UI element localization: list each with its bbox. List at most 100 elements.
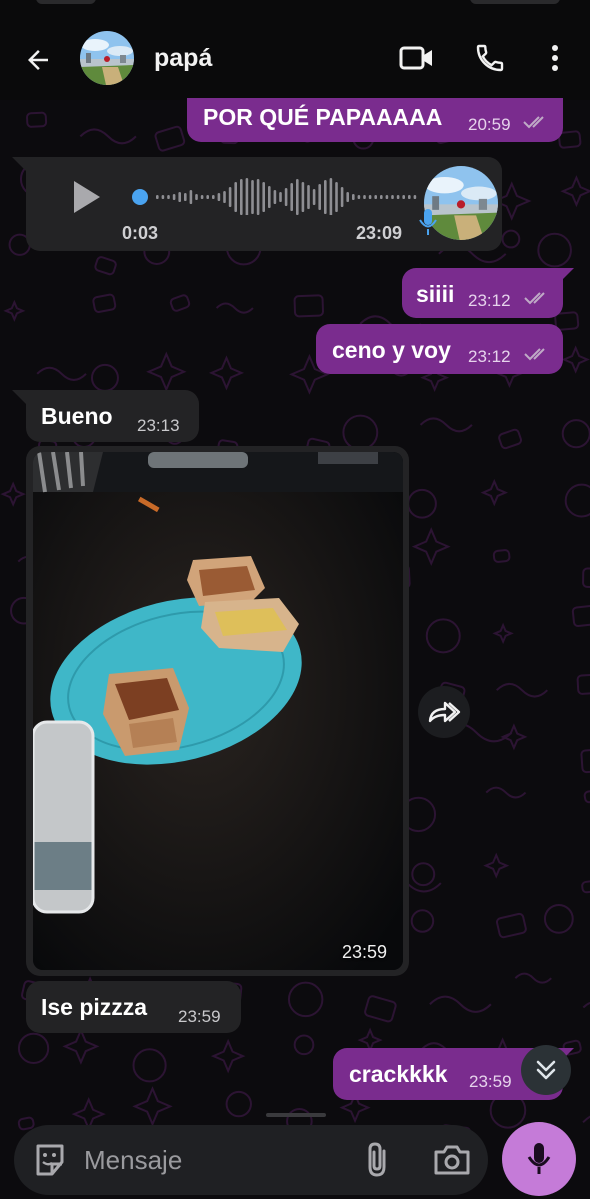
- double-chevron-down-icon: [536, 1060, 556, 1080]
- paperclip-icon[interactable]: [360, 1141, 396, 1179]
- waveform-bar: [256, 179, 260, 215]
- voice-waveform[interactable]: [126, 175, 426, 215]
- voice-progress-dot[interactable]: [132, 189, 148, 205]
- waveform-bar: [206, 195, 209, 199]
- video-camera-icon: [399, 46, 432, 70]
- doodle-shape: [582, 567, 590, 589]
- doodle-shape: [132, 1048, 167, 1083]
- doodle-shape: [583, 789, 590, 804]
- doodle-shape: [576, 673, 590, 695]
- waveform-bar: [301, 182, 305, 212]
- bubble-tail: [12, 157, 26, 171]
- doodle-shape: [215, 302, 254, 314]
- doodle-shape: [495, 912, 527, 939]
- waveform-bar: [268, 186, 271, 208]
- message-bubble-outgoing[interactable]: POR QUÉ PAPAAAAA 20:59: [187, 98, 563, 142]
- doodle-shape: [90, 363, 119, 392]
- message-time: 23:59: [342, 942, 388, 962]
- doodle-shape: [419, 417, 473, 433]
- doodle-shape: [514, 972, 552, 984]
- doodle-shape: [498, 428, 523, 450]
- waveform-bar: [184, 193, 187, 201]
- waveform-bar: [200, 195, 204, 199]
- voice-duration: 0:03: [122, 223, 159, 243]
- doodle-shape: [3, 299, 26, 322]
- waveform-bar: [189, 190, 193, 204]
- message-text: Ise pizzza: [41, 994, 148, 1020]
- forward-icon: [428, 701, 461, 723]
- doodle-shape: [132, 1086, 173, 1127]
- doodle-shape: [410, 909, 435, 933]
- doodle-shape: [293, 294, 325, 318]
- doodle-shape: [146, 351, 187, 392]
- doodle-shape: [342, 414, 379, 451]
- contact-avatar[interactable]: [80, 31, 134, 85]
- voice-call-button[interactable]: [468, 38, 512, 78]
- doodle-shape: [293, 1034, 315, 1056]
- doodle-shape: [558, 130, 582, 149]
- doodle-shape: [210, 1038, 246, 1074]
- waveform-bar: [251, 180, 254, 214]
- message-bubble-outgoing[interactable]: siiii 23:12: [402, 268, 563, 318]
- message-time: 23:09: [356, 223, 403, 243]
- forward-button[interactable]: [418, 686, 470, 738]
- waveform-bar: [346, 192, 349, 202]
- doodle-shape: [580, 747, 590, 774]
- doodle-shape: [154, 125, 186, 152]
- message-bubble-incoming[interactable]: Ise pizzza 23:59: [26, 981, 241, 1033]
- waveform-bar: [357, 195, 361, 199]
- camera-icon[interactable]: [432, 1142, 472, 1178]
- record-voice-button[interactable]: [502, 1122, 576, 1196]
- scroll-to-bottom-button[interactable]: [521, 1045, 571, 1095]
- waveform-bar: [195, 194, 198, 200]
- waveform-bar: [329, 178, 333, 215]
- waveform-bar: [324, 180, 327, 214]
- waveform-bar: [167, 195, 170, 199]
- arrow-left-icon: [28, 50, 48, 70]
- waveform-bar: [396, 195, 400, 199]
- message-text: POR QUÉ PAPAAAAA: [203, 104, 443, 130]
- doodle-shape: [411, 862, 436, 887]
- doodle-shape: [582, 1115, 590, 1124]
- message-text: crackkkk: [349, 1061, 448, 1087]
- waveform-bar: [296, 179, 299, 215]
- voice-message-bubble[interactable]: 0:03 23:09: [26, 157, 502, 251]
- doodle-shape: [582, 1001, 590, 1009]
- message-input[interactable]: [84, 1141, 344, 1179]
- waveform-bar: [172, 194, 176, 200]
- waveform-bar: [391, 195, 394, 199]
- message-time: 20:59: [468, 115, 511, 134]
- doodle-shape: [564, 483, 590, 518]
- doodle-shape: [561, 419, 590, 449]
- status-bar-indicators: [470, 0, 560, 4]
- avatar-image: [80, 31, 134, 85]
- scroll-handle: [266, 1113, 326, 1117]
- waveform-bar: [307, 185, 310, 209]
- message-time: 23:12: [468, 347, 511, 366]
- more-options-button[interactable]: [533, 38, 577, 78]
- message-bubble-outgoing[interactable]: ceno y voy 23:12: [316, 324, 563, 374]
- waveform-bar: [340, 187, 344, 207]
- video-call-button[interactable]: [395, 38, 439, 78]
- waveform-bar: [212, 195, 215, 199]
- sticker-icon[interactable]: [32, 1142, 68, 1178]
- message-text: Bueno: [41, 403, 113, 429]
- doodle-shape: [411, 527, 451, 567]
- waveform-bar: [385, 195, 389, 199]
- play-icon[interactable]: [66, 177, 106, 217]
- waveform-bar: [240, 179, 243, 215]
- phone-icon: [476, 44, 504, 72]
- doodle-shape: [94, 256, 117, 276]
- contact-name[interactable]: papá: [154, 44, 212, 73]
- message-bubble-incoming[interactable]: Bueno 23:13: [26, 390, 199, 442]
- waveform-bar: [228, 187, 232, 207]
- photo-image: [33, 452, 403, 970]
- back-button[interactable]: [16, 40, 60, 80]
- pizza-photo[interactable]: [33, 452, 403, 970]
- doodle-shape: [496, 682, 549, 698]
- doodle-shape: [92, 293, 117, 313]
- doodle-shape: [571, 604, 590, 627]
- doodle-shape: [169, 294, 191, 312]
- message-composer: [14, 1125, 488, 1195]
- waveform-bar: [363, 195, 366, 199]
